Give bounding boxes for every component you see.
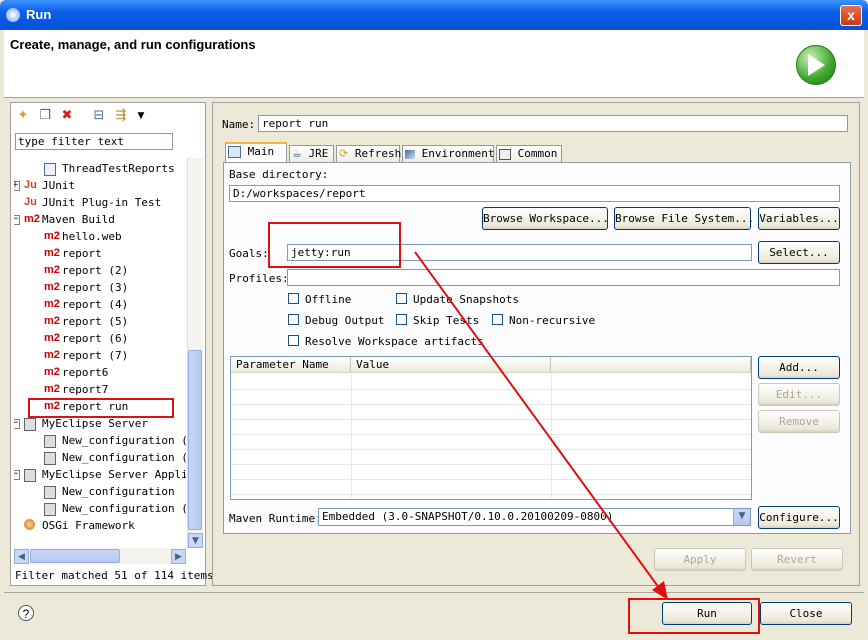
- annotation-arrow: [414, 251, 668, 600]
